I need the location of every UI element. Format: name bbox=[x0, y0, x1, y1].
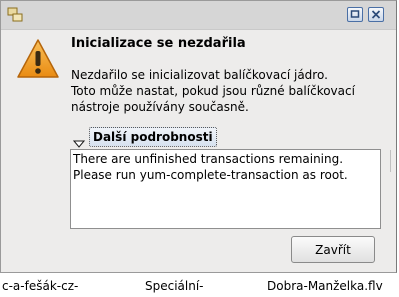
message-line: nástroje používány současně. bbox=[71, 100, 249, 114]
title-bar[interactable] bbox=[1, 1, 396, 30]
message-line: Toto může nastat, pokud jsou různé balíč… bbox=[71, 84, 355, 98]
background-file-label[interactable]: c-a-fešák-cz- bbox=[2, 279, 78, 293]
close-icon[interactable] bbox=[368, 7, 384, 22]
details-textview[interactable]: There are unfinished transactions remain… bbox=[70, 149, 381, 229]
warning-icon bbox=[16, 38, 60, 80]
expander-triangle-icon[interactable] bbox=[72, 133, 86, 148]
details-line: There are unfinished transactions remain… bbox=[73, 152, 344, 166]
background-file-label[interactable]: Dobra-Manželka.flv bbox=[267, 279, 383, 293]
dialog-heading: Inicializace se nezdařila bbox=[71, 36, 246, 51]
details-line: Please run yum-complete-transaction as r… bbox=[73, 168, 348, 182]
expander-label[interactable]: Další podrobnosti bbox=[89, 127, 217, 147]
window-app-icon bbox=[7, 7, 23, 23]
message-line: Nezdařilo se inicializovat balíčkovací j… bbox=[71, 68, 328, 82]
error-dialog-window: Inicializace se nezdařila Nezdařilo se i… bbox=[0, 0, 397, 273]
dialog-message: Nezdařilo se inicializovat balíčkovací j… bbox=[71, 67, 391, 115]
maximize-icon[interactable] bbox=[347, 7, 363, 22]
background-edge bbox=[390, 150, 399, 172]
close-button[interactable]: Zavřít bbox=[291, 236, 375, 263]
background-file-label[interactable]: Speciální- bbox=[145, 279, 204, 293]
